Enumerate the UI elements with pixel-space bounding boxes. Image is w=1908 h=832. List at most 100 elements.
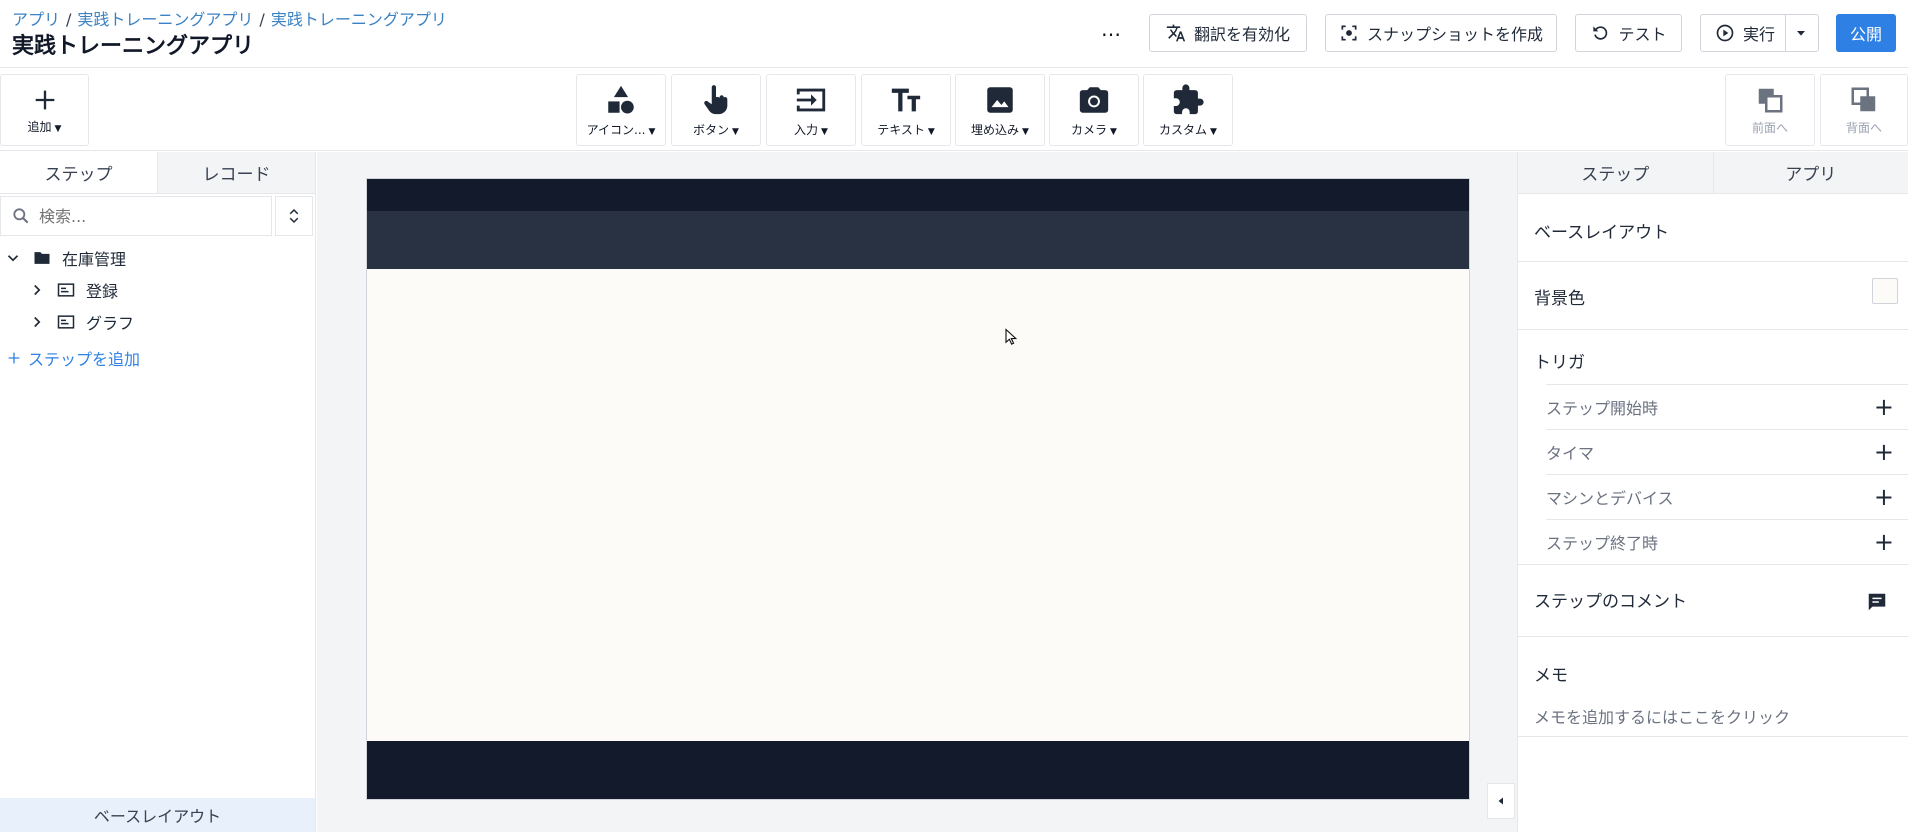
tab-steps[interactable]: ステップ — [0, 152, 157, 194]
tab-app-settings[interactable]: アプリ — [1712, 152, 1908, 194]
memo-section: メモ メモを追加するにはここをクリック — [1518, 637, 1908, 737]
run-label: 実行 — [1743, 25, 1776, 44]
canvas-bottom-bar[interactable] — [367, 741, 1469, 799]
chevron-down-icon[interactable] — [1793, 25, 1809, 41]
canvas-top-bar[interactable] — [367, 179, 1469, 211]
tab-records[interactable]: レコード — [157, 152, 315, 194]
test-label: テスト — [1618, 25, 1667, 44]
breadcrumb: アプリ / 実践トレーニングアプリ / 実践トレーニングアプリ — [12, 6, 447, 30]
right-tabs: ステップ アプリ — [1518, 152, 1908, 194]
tab-step-settings[interactable]: ステップ — [1518, 152, 1713, 194]
left-tabs: ステップ レコード — [0, 152, 315, 194]
memo-title: メモ — [1534, 666, 1568, 686]
chevron-right-icon[interactable] — [28, 313, 46, 331]
trigger-step-start[interactable]: ステップ開始時 + — [1546, 384, 1908, 429]
background-color-section: 背景色 — [1518, 262, 1908, 330]
run-divider — [1785, 15, 1786, 51]
tool-label: カスタム — [1159, 122, 1208, 137]
text-icon — [891, 88, 921, 111]
camera-icon — [1079, 86, 1109, 113]
comment-icon[interactable] — [1866, 591, 1888, 613]
triggers-title: トリガ — [1534, 353, 1585, 373]
tool-input[interactable]: 入力 ▼ — [766, 74, 856, 146]
background-color-label: 背景色 — [1534, 289, 1585, 309]
trigger-timer[interactable]: タイマ + — [1546, 429, 1908, 474]
base-layout-title[interactable]: ベースレイアウト — [1534, 223, 1669, 243]
tool-label: カメラ — [1071, 122, 1108, 137]
snapshot-icon — [1341, 25, 1357, 41]
enable-translation-button[interactable]: 翻訳を有効化 — [1149, 14, 1307, 52]
trigger-label: マシンとデバイス — [1546, 489, 1674, 508]
send-to-back-button[interactable]: 背面へ — [1820, 74, 1908, 146]
publish-button[interactable]: 公開 — [1836, 14, 1896, 52]
pointer-hand-icon — [704, 84, 728, 114]
trigger-step-end[interactable]: ステップ終了時 + — [1546, 519, 1908, 564]
more-options-button[interactable]: … — [1098, 16, 1124, 46]
create-snapshot-button[interactable]: スナップショットを作成 — [1325, 14, 1557, 52]
tree-item-label: グラフ — [86, 314, 135, 333]
tool-button[interactable]: ボタン ▼ — [671, 74, 761, 146]
page-title: 実践トレーニングアプリ — [12, 34, 255, 59]
breadcrumb-item-apps[interactable]: アプリ — [12, 10, 60, 29]
bring-to-front-button[interactable]: 前面へ — [1725, 74, 1815, 146]
bring-front-label: 前面へ — [1751, 120, 1788, 135]
search-input[interactable] — [39, 206, 239, 226]
send-back-label: 背面へ — [1845, 120, 1882, 135]
bring-front-icon — [1758, 88, 1783, 112]
collapse-panel-button[interactable] — [1487, 783, 1515, 819]
step-tree: 在庫管理 登録 グラフ — [0, 242, 316, 338]
step-canvas[interactable] — [366, 178, 1470, 800]
step-icon — [57, 315, 75, 329]
folder-label: 在庫管理 — [62, 250, 127, 269]
search-icon — [13, 208, 29, 224]
sort-toggle-button[interactable] — [275, 196, 313, 236]
tool-embed[interactable]: 埋め込み ▼ — [955, 74, 1045, 146]
chevron-right-icon[interactable] — [28, 281, 46, 299]
breadcrumb-item-app[interactable]: 実践トレーニングアプリ — [77, 10, 253, 29]
breadcrumb-item-current[interactable]: 実践トレーニングアプリ — [271, 10, 447, 29]
trigger-label: タイマ — [1546, 444, 1595, 463]
caret-left-icon — [1498, 797, 1503, 805]
triggers-section: トリガ ステップ開始時 + タイマ + マシンとデバイス + ステップ終了時 + — [1518, 330, 1908, 565]
canvas-area — [317, 152, 1517, 832]
test-button[interactable]: テスト — [1575, 14, 1682, 52]
tool-label: テキスト — [877, 122, 925, 137]
tool-custom[interactable]: カスタム ▼ — [1143, 74, 1233, 146]
add-trigger-icon[interactable]: + — [1874, 393, 1894, 421]
tool-shapes[interactable]: アイコン... ▼ — [576, 74, 666, 146]
create-snapshot-label: スナップショットを作成 — [1366, 25, 1543, 44]
play-circle-icon — [1716, 24, 1734, 42]
trigger-machines-devices[interactable]: マシンとデバイス + — [1546, 474, 1908, 519]
tool-text[interactable]: テキスト ▼ — [861, 74, 951, 146]
trigger-label: ステップ開始時 — [1546, 399, 1659, 418]
add-step-button[interactable]: ステップを追加 — [6, 346, 140, 370]
tool-camera[interactable]: カメラ ▼ — [1049, 74, 1139, 146]
tree-folder[interactable]: 在庫管理 — [0, 242, 316, 274]
tree-item-graph[interactable]: グラフ — [0, 306, 316, 338]
search-box — [0, 196, 272, 236]
app-header: アプリ / 実践トレーニングアプリ / 実践トレーニングアプリ 実践トレーニングアプリ … — [0, 0, 1908, 68]
tree-item-register[interactable]: 登録 — [0, 274, 316, 306]
tool-label: ボタン — [693, 122, 730, 137]
base-layout-tab[interactable]: ベースレイアウト — [0, 798, 315, 832]
base-layout-section: ベースレイアウト — [1518, 194, 1908, 262]
folder-icon — [34, 252, 50, 264]
mouse-cursor-icon — [1005, 328, 1018, 345]
run-button[interactable]: 実行 — [1700, 14, 1819, 52]
plus-icon — [8, 352, 20, 364]
add-trigger-icon[interactable]: + — [1874, 528, 1894, 556]
enable-translation-label: 翻訳を有効化 — [1193, 25, 1290, 44]
canvas-sub-header[interactable] — [367, 211, 1469, 269]
left-panel: ステップ レコード 在庫管理 登録 グラフ ステップを追加 ベースレイアウト — [0, 152, 316, 832]
add-trigger-icon[interactable]: + — [1874, 483, 1894, 511]
breadcrumb-separator: / — [66, 10, 72, 29]
add-button[interactable]: 追加 ▼ — [0, 74, 89, 146]
memo-input[interactable]: メモを追加するにはここをクリック — [1534, 704, 1908, 728]
add-step-label: ステップを追加 — [28, 350, 141, 369]
background-color-swatch[interactable] — [1872, 278, 1898, 304]
add-trigger-icon[interactable]: + — [1874, 438, 1894, 466]
chevron-down-icon[interactable] — [4, 249, 22, 267]
tool-label: 入力 — [794, 122, 819, 137]
translate-icon — [1166, 24, 1186, 42]
plus-icon — [35, 90, 54, 109]
